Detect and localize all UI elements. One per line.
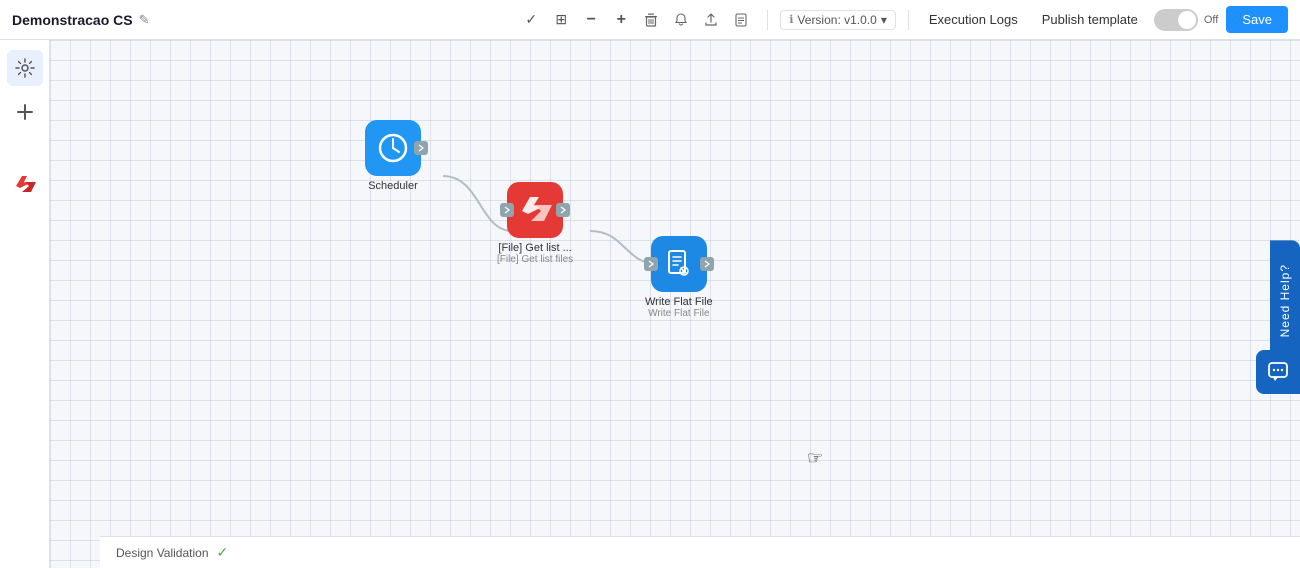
flatfile-label: Write Flat File <box>645 296 713 308</box>
scheduler-node[interactable]: Scheduler <box>365 120 421 192</box>
grid-button[interactable]: ⊞ <box>547 6 575 34</box>
flat-file-node[interactable]: Write Flat File Write Flat File <box>645 236 713 319</box>
toolbar-group: ✓ ⊞ − + <box>517 6 755 34</box>
bell-button[interactable] <box>667 6 695 34</box>
flow-canvas[interactable]: Scheduler [File] Get list ... [Fi <box>50 40 1300 568</box>
edit-title-icon[interactable]: ✎ <box>139 12 150 28</box>
need-help-tab[interactable]: Need Help? <box>1270 240 1300 361</box>
version-badge[interactable]: ℹ Version: v1.0.0 ▾ <box>780 10 896 30</box>
toggle-container: Off <box>1154 9 1218 31</box>
enable-toggle[interactable] <box>1154 9 1198 31</box>
azure-file-node[interactable]: [File] Get list ... [File] Get list file… <box>497 182 573 265</box>
scheduler-label: Scheduler <box>368 180 418 192</box>
execution-logs-button[interactable]: Execution Logs <box>921 8 1026 31</box>
toggle-label: Off <box>1204 14 1218 26</box>
toggle-knob <box>1178 11 1196 29</box>
save-button[interactable]: Save <box>1226 6 1288 33</box>
toolbar-separator <box>767 10 768 30</box>
upload-button[interactable] <box>697 6 725 34</box>
left-sidebar <box>0 40 50 568</box>
design-validation-label: Design Validation <box>116 546 209 560</box>
check-button[interactable]: ✓ <box>517 6 545 34</box>
info-icon: ℹ <box>789 13 793 26</box>
azure-input-connector[interactable] <box>500 203 514 217</box>
azure-node-box[interactable] <box>507 182 563 238</box>
flatfile-input-connector[interactable] <box>644 257 658 271</box>
version-chevron-icon: ▾ <box>881 13 887 27</box>
chat-button[interactable] <box>1256 350 1300 394</box>
zoom-out-button[interactable]: − <box>577 6 605 34</box>
top-toolbar: Demonstracao CS ✎ ✓ ⊞ − + <box>0 0 1300 40</box>
validation-check-icon: ✓ <box>217 544 229 561</box>
toolbar-separator-2 <box>908 10 909 30</box>
azure-output-connector[interactable] <box>556 203 570 217</box>
scheduler-output-connector[interactable] <box>414 141 428 155</box>
azure-sidebar-button[interactable] <box>7 166 43 202</box>
publish-template-button[interactable]: Publish template <box>1034 8 1146 31</box>
scheduler-node-box[interactable] <box>365 120 421 176</box>
tools-sidebar-button[interactable] <box>7 50 43 86</box>
azure-sublabel: [File] Get list files <box>497 254 573 265</box>
page-title: Demonstracao CS <box>12 12 133 28</box>
version-label: Version: v1.0.0 <box>797 13 876 27</box>
cursor: ☞ <box>807 448 823 469</box>
file-button[interactable] <box>727 6 755 34</box>
flatfile-node-box[interactable] <box>651 236 707 292</box>
title-section: Demonstracao CS ✎ <box>12 12 509 28</box>
bottom-status-bar: Design Validation ✓ <box>100 536 1300 568</box>
flatfile-output-connector[interactable] <box>700 257 714 271</box>
add-sidebar-button[interactable] <box>7 94 43 130</box>
azure-label: [File] Get list ... <box>498 242 571 254</box>
main-area: Scheduler [File] Get list ... [Fi <box>0 40 1300 568</box>
zoom-in-button[interactable]: + <box>607 6 635 34</box>
help-panel: Need Help? <box>1270 240 1300 361</box>
delete-button[interactable] <box>637 6 665 34</box>
flatfile-sublabel: Write Flat File <box>648 308 710 319</box>
